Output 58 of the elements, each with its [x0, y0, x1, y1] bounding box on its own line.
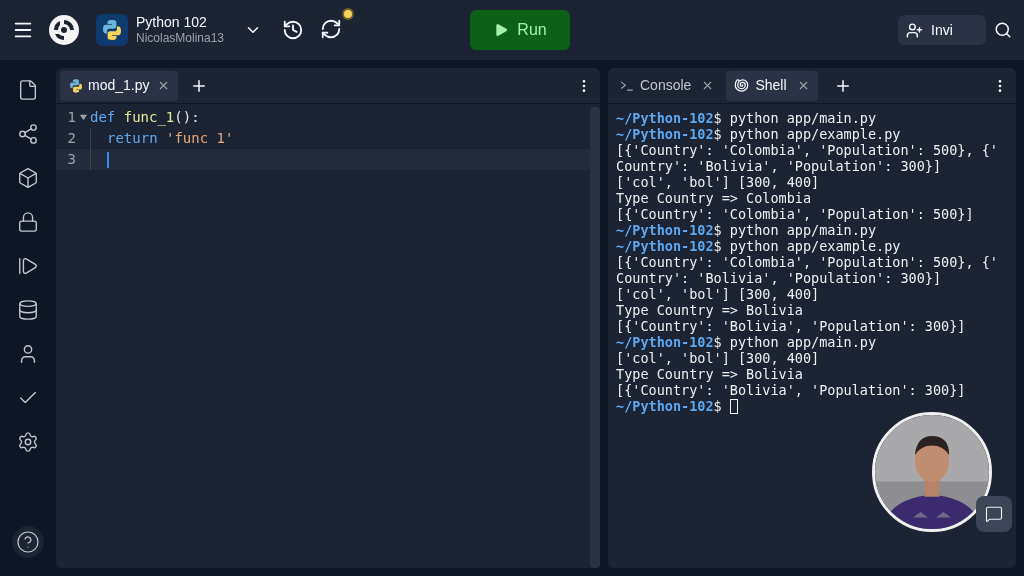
- run-button[interactable]: Run: [470, 10, 571, 50]
- lock-icon[interactable]: [16, 210, 40, 234]
- search-icon[interactable]: [994, 21, 1012, 39]
- chat-icon[interactable]: [976, 496, 1012, 532]
- cube-icon[interactable]: [16, 166, 40, 190]
- terminal-tab[interactable]: Console: [612, 70, 723, 101]
- shell-command: $ python app/example.py: [713, 126, 901, 142]
- python-file-icon: [68, 77, 84, 94]
- terminal-output: [{'Country': 'Bolivia', 'Population': 300}]: [616, 382, 966, 398]
- scrollbar[interactable]: [590, 107, 600, 568]
- terminal-cursor: [729, 398, 738, 414]
- project-title[interactable]: Python 102: [136, 13, 225, 32]
- line-number: 1: [66, 108, 76, 127]
- shell-command: $ python app/main.py: [713, 334, 877, 350]
- line-number: 2: [66, 129, 76, 148]
- database-icon[interactable]: [16, 298, 40, 322]
- terminal-output: Country': 'Bolivia', 'Population': 300}]: [616, 158, 942, 174]
- prompt-icon: [620, 80, 634, 91]
- terminal-output: ['col', 'bol'] [300, 400]: [616, 174, 820, 190]
- terminal-output: [{'Country': 'Colombia', 'Population': 500}, {': [616, 142, 998, 158]
- shell-prompt: ~/Python-102: [616, 110, 714, 126]
- invite-button[interactable]: Invi: [898, 15, 986, 45]
- terminal-output: ['col', 'bol'] [300, 400]: [616, 286, 820, 302]
- logo-icon: [48, 14, 80, 46]
- terminal-output: Type Country => Colombia: [616, 190, 812, 206]
- settings-icon[interactable]: [16, 430, 40, 454]
- shell-prompt: ~/Python-102: [616, 398, 714, 414]
- shell-command: $ python app/main.py: [713, 222, 877, 238]
- line-number: 3: [66, 150, 76, 169]
- shell-prompt: ~/Python-102: [616, 126, 714, 142]
- sync-icon[interactable]: [320, 18, 343, 40]
- shell-prompt: ~/Python-102: [616, 222, 714, 238]
- shell-prompt: ~/Python-102: [616, 238, 714, 254]
- shell-prompt: ~/Python-102: [616, 334, 714, 350]
- terminal-tab[interactable]: Shell: [726, 70, 818, 101]
- shell-command: $ python app/main.py: [713, 110, 877, 126]
- shell-icon: [734, 78, 750, 93]
- branch-icon[interactable]: [16, 122, 40, 146]
- fold-icon[interactable]: [78, 113, 88, 122]
- terminal-output: [{'Country': 'Colombia', 'Population': 500}, {': [616, 254, 998, 270]
- shell-command: $ python app/example.py: [713, 238, 901, 254]
- project-owner: NicolasMolina13: [136, 31, 225, 47]
- text-cursor: [107, 151, 109, 168]
- terminal-output: [{'Country': 'Colombia', 'Population': 500}]: [616, 206, 974, 222]
- history-icon[interactable]: [282, 19, 305, 41]
- play-icon: [493, 22, 510, 38]
- file-tab[interactable]: mod_1.py: [60, 70, 179, 101]
- code-text: return 'func 1': [107, 129, 234, 148]
- terminal-output: ['col', 'bol'] [300, 400]: [616, 350, 820, 366]
- shell-command: $: [713, 398, 722, 414]
- terminal-output: Type Country => Bolivia: [616, 366, 803, 382]
- python-logo-icon: [100, 18, 124, 42]
- add-user-icon: [906, 21, 923, 39]
- terminal-output: Country': 'Bolivia', 'Population': 300}]: [616, 270, 942, 286]
- code-text: def func_1():: [90, 108, 200, 128]
- terminal-output: [{'Country': 'Bolivia', 'Population': 300}]: [616, 318, 966, 334]
- help-icon[interactable]: [12, 526, 44, 558]
- terminal-output: Type Country => Bolivia: [616, 302, 803, 318]
